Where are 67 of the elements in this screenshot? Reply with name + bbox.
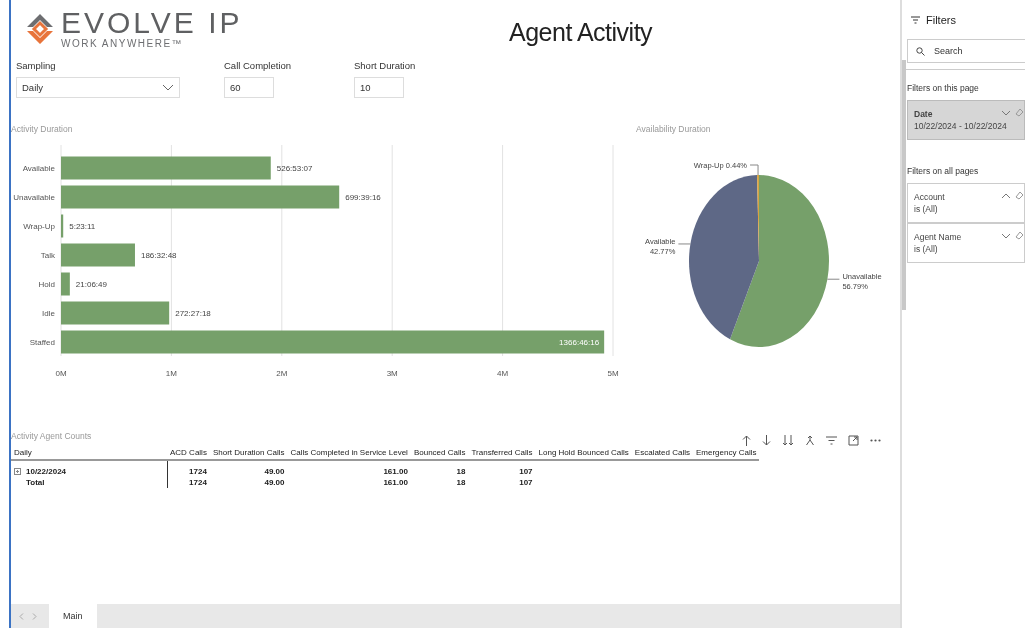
column-header[interactable]: Calls Completed in Service Level <box>287 446 411 460</box>
axis-tick-label: 5M <box>607 369 619 378</box>
axis-tick-label: 1M <box>165 369 177 378</box>
axis-tick-label: 2M <box>276 369 288 378</box>
category-label: Idle <box>42 309 55 318</box>
axis-tick-label: 0M <box>55 369 67 378</box>
table-title: Activity Agent Counts <box>11 431 92 441</box>
filter-value: 10/22/2024 - 10/22/2024 <box>914 121 1007 131</box>
table-cell: 1724 <box>189 467 207 476</box>
axis-tick-label: 4M <box>497 369 509 378</box>
chart-title: Activity Duration <box>11 124 73 134</box>
section-heading: Filters on this page <box>907 83 980 93</box>
section-heading: Filters on all pages <box>907 166 980 176</box>
filter-value: is (All) <box>914 244 938 254</box>
report-title: Agent Activity <box>509 18 653 47</box>
table-cell: 161.00 <box>383 478 408 487</box>
field-label: Sampling <box>16 60 57 71</box>
pane-title: Filters <box>926 14 956 26</box>
filter-card[interactable]: Date 10/22/2024 - 10/22/2024 <box>907 100 1025 140</box>
value-label: 526:53:07 <box>276 164 313 173</box>
logo-name: EVOLVE IP <box>61 8 243 38</box>
table-cell: 107 <box>519 467 533 476</box>
value-label: 1366:46:16 <box>559 338 600 347</box>
filter-name: Date <box>914 109 933 119</box>
axis-tick-label: 3M <box>386 369 398 378</box>
field-label: Short Duration <box>354 60 417 71</box>
filter-name: Agent Name <box>914 232 962 242</box>
sampling-dropdown[interactable]: Daily <box>16 77 180 98</box>
category-label: Hold <box>38 280 55 289</box>
value-label: 5:23:11 <box>69 222 96 231</box>
column-header[interactable]: Transferred Calls <box>468 446 536 460</box>
table-cell: 107 <box>519 478 533 487</box>
table-cell: 161.00 <box>383 467 408 476</box>
table-cell: 18 <box>456 478 466 487</box>
filter-card[interactable]: Account is (All) <box>907 183 1025 223</box>
column-header[interactable]: ACD Calls <box>167 446 210 460</box>
category-label: Staffed <box>29 338 55 347</box>
field-label: Call Completion <box>224 60 293 71</box>
chart-title: Availability Duration <box>635 124 711 134</box>
category-label: Talk <box>40 251 55 260</box>
column-header[interactable]: Short Duration Calls <box>209 446 288 460</box>
logo-tagline: WORK ANYWHERE™ <box>61 38 185 49</box>
category-label: Unavailable <box>13 193 55 202</box>
filter-card[interactable]: Agent Name is (All) <box>907 223 1025 263</box>
column-header[interactable]: Daily <box>11 446 167 460</box>
table-cell: 49.00 <box>264 467 285 476</box>
column-header[interactable]: Long Hold Bounced Calls <box>535 446 632 460</box>
total-label: Total <box>26 478 45 487</box>
value-label: 699:39:16 <box>345 193 381 202</box>
input-field[interactable]: 60 <box>224 77 274 98</box>
input-field[interactable]: 10 <box>354 77 404 98</box>
table-cell: 1724 <box>189 478 207 487</box>
column-header[interactable]: Escalated Calls <box>631 446 693 460</box>
column-header[interactable]: Emergency Calls <box>692 446 760 460</box>
filter-value: is (All) <box>914 204 938 214</box>
search-field[interactable]: Search <box>907 39 1025 63</box>
value-label: 186:32:48 <box>140 251 177 260</box>
filter-name: Account <box>914 192 945 202</box>
table-cell: 49.00 <box>264 478 285 487</box>
category-label: Available <box>22 164 55 173</box>
value-label: 272:27:18 <box>175 309 211 318</box>
row-header: 10/22/2024 <box>26 467 67 476</box>
category-label: Wrap-Up <box>23 222 55 231</box>
column-header[interactable]: Bounced Calls <box>410 446 469 460</box>
value-label: 21:06:49 <box>75 280 107 289</box>
table-cell: 18 <box>456 467 466 476</box>
page-tab[interactable]: Main <box>49 604 97 628</box>
